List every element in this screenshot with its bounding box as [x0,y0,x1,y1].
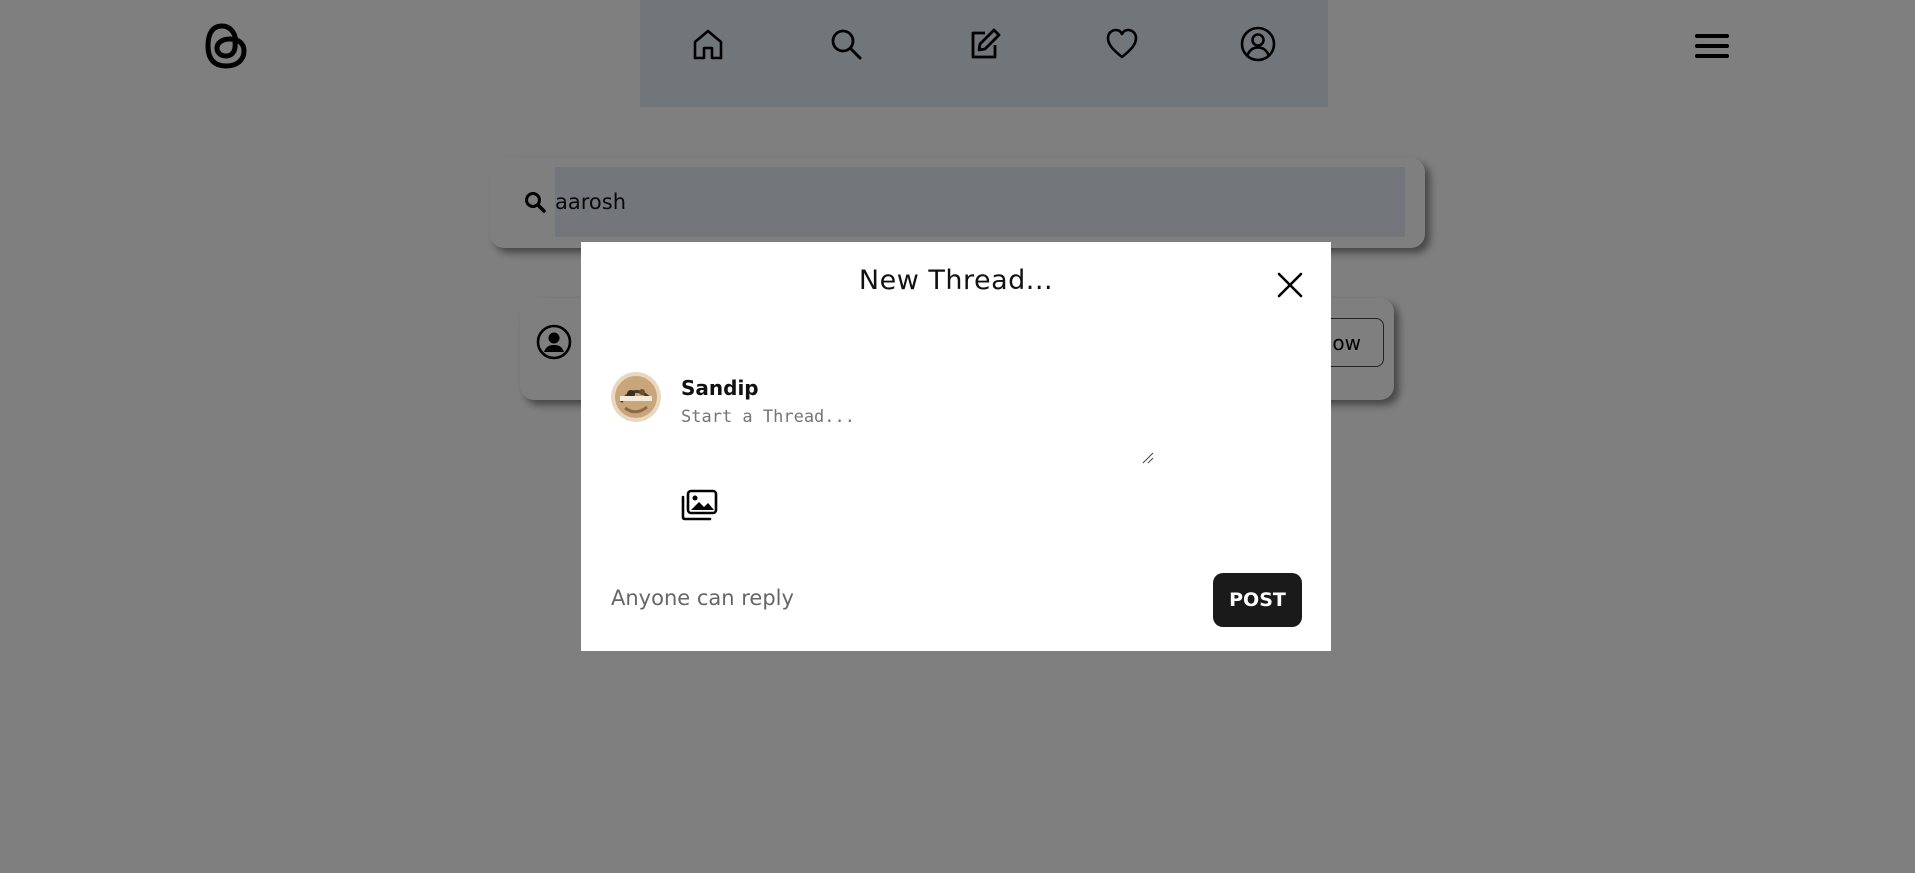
reply-permission-text: Anyone can reply [611,586,794,610]
avatar [611,372,661,422]
post-button[interactable]: POST [1213,573,1302,627]
page: Follow New Thread... Sandip [0,0,1915,873]
modal-title: New Thread... [858,265,1054,296]
user-name: Sandip [681,376,759,400]
thread-textarea[interactable] [681,407,1056,459]
resize-handle-icon[interactable] [1142,449,1154,464]
new-thread-modal: New Thread... Sandip Start a Thread... A… [581,242,1331,651]
images-icon[interactable] [680,489,718,521]
close-icon[interactable] [1275,270,1305,300]
